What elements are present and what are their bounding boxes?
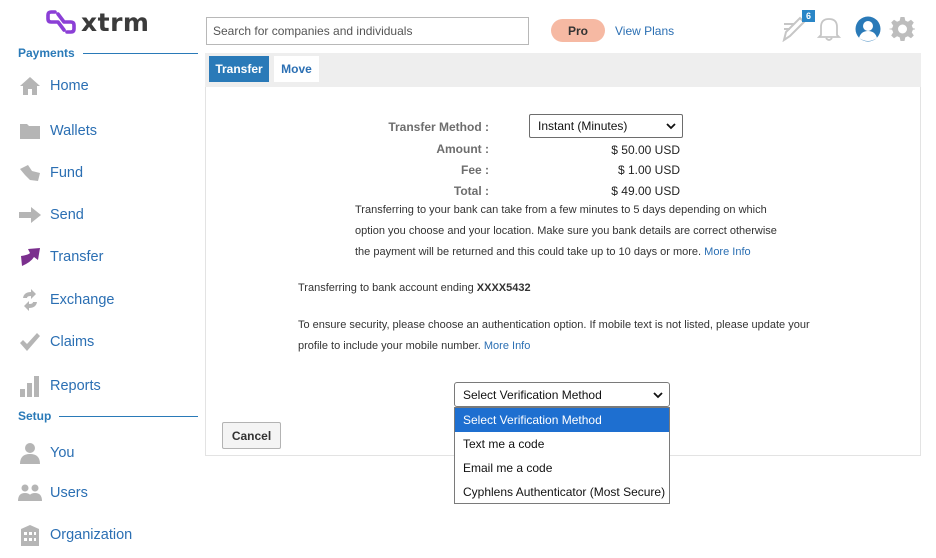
transfer-info-text: Transferring to your bank can take from … bbox=[355, 204, 777, 258]
notification-count-badge: 6 bbox=[802, 10, 815, 22]
search-input[interactable] bbox=[206, 17, 529, 45]
sidebar-item-users[interactable]: Users bbox=[18, 480, 198, 506]
bank-account-number: XXXX5432 bbox=[476, 282, 531, 294]
sidebar: Payments Home Wallets Fund Send Transfer bbox=[0, 0, 200, 558]
transfer-method-label: Transfer Method : bbox=[388, 120, 489, 134]
building-icon bbox=[18, 523, 42, 547]
sidebar-item-transfer[interactable]: Transfer bbox=[18, 244, 198, 270]
tab-move[interactable]: Move bbox=[274, 56, 319, 82]
verification-option-select[interactable]: Select Verification Method bbox=[455, 408, 669, 432]
security-info-text: To ensure security, please choose an aut… bbox=[298, 319, 810, 352]
sidebar-item-send[interactable]: Send bbox=[18, 202, 198, 228]
arrow-right-icon bbox=[18, 203, 42, 227]
verification-method-dropdown: Select Verification Method Text me a cod… bbox=[454, 407, 670, 504]
folder-icon bbox=[18, 119, 42, 143]
tab-strip: Transfer Move bbox=[205, 53, 921, 87]
verification-method-select[interactable]: Select Verification Method bbox=[454, 382, 670, 407]
total-value: $ 49.00 USD bbox=[611, 184, 680, 198]
checkmark-icon bbox=[18, 330, 42, 354]
section-title-payments: Payments bbox=[18, 46, 198, 60]
sidebar-item-fund[interactable]: Fund bbox=[18, 160, 198, 186]
sidebar-item-reports[interactable]: Reports bbox=[18, 373, 198, 399]
tab-transfer[interactable]: Transfer bbox=[209, 56, 269, 82]
chevron-down-icon bbox=[653, 392, 663, 399]
total-label: Total : bbox=[453, 184, 489, 198]
pro-badge[interactable]: Pro bbox=[551, 19, 605, 42]
chevron-down-icon bbox=[666, 123, 676, 130]
verification-option-email[interactable]: Email me a code bbox=[455, 456, 669, 480]
amount-value: $ 50.00 USD bbox=[611, 143, 680, 157]
section-title-setup: Setup bbox=[18, 409, 198, 423]
bell-icon[interactable] bbox=[816, 16, 842, 47]
security-more-info-link[interactable]: More Info bbox=[484, 340, 530, 352]
verification-option-cyphlens[interactable]: Cyphlens Authenticator (Most Secure) bbox=[455, 480, 669, 504]
sidebar-item-you[interactable]: You bbox=[18, 440, 198, 466]
users-icon bbox=[18, 481, 42, 505]
view-plans-link[interactable]: View Plans bbox=[615, 24, 674, 38]
verification-selected-value: Select Verification Method bbox=[463, 387, 602, 402]
verification-option-text[interactable]: Text me a code bbox=[455, 432, 669, 456]
transfer-method-select[interactable]: Instant (Minutes) bbox=[529, 114, 683, 138]
sidebar-item-organization[interactable]: Organization bbox=[18, 522, 198, 548]
home-icon bbox=[18, 74, 42, 98]
sidebar-item-wallets[interactable]: Wallets bbox=[18, 118, 198, 144]
transfer-arrow-icon bbox=[18, 245, 42, 269]
exchange-icon bbox=[18, 288, 42, 312]
more-info-link[interactable]: More Info bbox=[704, 246, 750, 258]
sidebar-item-home[interactable]: Home bbox=[18, 73, 198, 99]
cancel-button[interactable]: Cancel bbox=[222, 422, 281, 449]
fee-label: Fee : bbox=[460, 163, 489, 177]
sidebar-item-claims[interactable]: Claims bbox=[18, 329, 198, 355]
transfer-method-value: Instant (Minutes) bbox=[538, 119, 628, 133]
gear-icon[interactable] bbox=[888, 16, 917, 47]
avatar-icon[interactable] bbox=[855, 16, 881, 47]
amount-label: Amount : bbox=[436, 142, 489, 156]
person-icon bbox=[18, 441, 42, 465]
sidebar-item-exchange[interactable]: Exchange bbox=[18, 287, 198, 313]
fund-icon bbox=[18, 161, 42, 185]
fee-value: $ 1.00 USD bbox=[617, 163, 680, 177]
bank-account-text: Transferring to bank account ending XXXX… bbox=[298, 282, 531, 294]
bar-chart-icon bbox=[18, 374, 42, 398]
